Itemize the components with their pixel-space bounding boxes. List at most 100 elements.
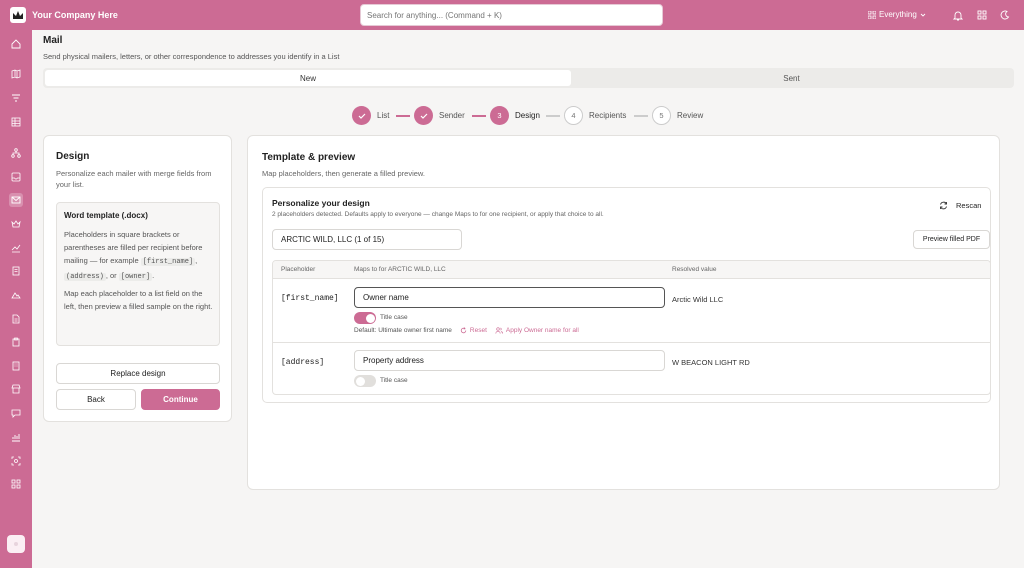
step-connector xyxy=(472,115,486,117)
maps-to-field[interactable]: Owner name xyxy=(354,287,665,308)
users-icon xyxy=(495,327,503,334)
network-icon[interactable] xyxy=(9,146,23,160)
design-description: Personalize each mailer with merge field… xyxy=(56,169,212,189)
template-preview-panel: Template & preview Map placeholders, the… xyxy=(247,135,1000,490)
step-review[interactable]: 5 Review xyxy=(652,106,703,125)
reset-icon xyxy=(460,327,467,334)
step-number: 5 xyxy=(652,106,671,125)
default-text: Default: Ultimate owner first name xyxy=(354,327,452,334)
page-title: Mail xyxy=(43,35,63,46)
personalize-section: Personalize your design 2 placeholders d… xyxy=(262,187,991,403)
clipboard-icon[interactable] xyxy=(9,335,23,349)
info-text-2: Map each placeholder to a list field on … xyxy=(64,289,213,311)
step-list[interactable]: List xyxy=(352,106,389,125)
code-first-name: [first_name] xyxy=(140,258,196,266)
template-preview-subtitle: Map placeholders, then generate a filled… xyxy=(262,169,426,178)
page-subtitle: Send physical mailers, letters, or other… xyxy=(43,52,340,61)
check-icon xyxy=(352,106,371,125)
table-icon[interactable] xyxy=(9,115,23,129)
placeholder-name: [address] xyxy=(281,358,325,367)
moon-icon[interactable] xyxy=(999,9,1011,21)
code-address: (address) xyxy=(64,273,106,281)
design-panel: Design Personalize each mailer with merg… xyxy=(43,135,232,422)
title-case-toggle[interactable] xyxy=(354,312,376,324)
reset-link[interactable]: Reset xyxy=(460,327,487,334)
grid-icon[interactable] xyxy=(9,477,23,491)
default-line: Default: Ultimate owner first name Reset… xyxy=(354,327,579,334)
chart-icon[interactable] xyxy=(9,241,23,255)
refresh-icon xyxy=(940,201,947,210)
top-bar: Your Company Here Everything xyxy=(0,0,1024,30)
rescan-label: Rescan xyxy=(956,201,982,210)
step-label: List xyxy=(377,111,390,120)
graph-icon[interactable] xyxy=(9,430,23,444)
search-input[interactable] xyxy=(360,4,663,26)
step-connector xyxy=(396,115,410,117)
rescan-button[interactable]: Rescan xyxy=(939,201,981,210)
map-icon[interactable] xyxy=(9,67,23,81)
recipient-select[interactable]: ARCTIC WILD, LLC (1 of 15) xyxy=(272,229,462,250)
resolved-value: W BEACON LIGHT RD xyxy=(672,358,750,367)
step-label: Review xyxy=(677,111,704,120)
table-header: Placeholder Maps to for ARCTIC WILD, LLC… xyxy=(273,261,990,279)
resolved-value: Arctic Wild LLC xyxy=(672,295,724,304)
step-connector xyxy=(634,115,648,117)
user-avatar[interactable] xyxy=(7,535,25,553)
personalize-subtitle: 2 placeholders detected. Defaults apply … xyxy=(272,211,604,218)
title-case-label: Title case xyxy=(380,377,408,384)
step-connector xyxy=(546,115,560,117)
code-owner: [owner] xyxy=(118,273,153,281)
template-preview-title: Template & preview xyxy=(262,152,356,163)
apply-all-link[interactable]: Apply Owner name for all xyxy=(495,327,579,334)
step-label: Recipients xyxy=(589,111,627,120)
preview-filled-pdf-button[interactable]: Preview filled PDF xyxy=(913,230,990,249)
maps-to-field[interactable]: Property address xyxy=(354,350,665,371)
building-icon[interactable] xyxy=(9,359,23,373)
sidebar xyxy=(0,30,32,568)
step-recipients[interactable]: 4 Recipients xyxy=(564,106,626,125)
template-info-box: Word template (.docx) Placeholders in sq… xyxy=(56,202,220,346)
back-button[interactable]: Back xyxy=(56,389,136,410)
apply-all-label: Apply Owner name for all xyxy=(505,327,579,334)
step-label: Sender xyxy=(439,111,465,120)
step-sender[interactable]: Sender xyxy=(414,106,465,125)
landscape-icon[interactable] xyxy=(9,288,23,302)
placeholder-name: [first_name] xyxy=(281,294,339,303)
header-resolved: Resolved value xyxy=(672,266,717,273)
store-icon[interactable] xyxy=(9,382,23,396)
continue-button[interactable]: Continue xyxy=(141,389,220,410)
template-info-text: Placeholders in square brackets or paren… xyxy=(64,228,216,313)
grid-small-icon xyxy=(868,10,876,19)
crown-icon[interactable] xyxy=(9,217,23,231)
personalize-title: Personalize your design xyxy=(272,198,370,208)
title-case-toggle[interactable] xyxy=(354,375,376,387)
mail-icon[interactable] xyxy=(9,193,23,207)
check-icon xyxy=(414,106,433,125)
chat-icon[interactable] xyxy=(9,406,23,420)
replace-design-button[interactable]: Replace design xyxy=(56,363,220,384)
tab-sent[interactable]: Sent xyxy=(571,70,1012,86)
home-icon[interactable] xyxy=(9,37,23,51)
file-icon[interactable] xyxy=(9,312,23,326)
scope-selector[interactable]: Everything xyxy=(868,10,926,19)
inbox-icon[interactable] xyxy=(9,170,23,184)
design-title: Design xyxy=(56,151,90,162)
table-row: [first_name] Owner name Title case Defau… xyxy=(273,279,990,343)
placeholder-table: Placeholder Maps to for ARCTIC WILD, LLC… xyxy=(272,260,991,395)
filter-icon[interactable] xyxy=(9,91,23,105)
document-icon[interactable] xyxy=(9,264,23,278)
step-design[interactable]: 3 Design xyxy=(490,106,540,125)
tab-new[interactable]: New xyxy=(45,70,571,86)
title-case-label: Title case xyxy=(380,314,408,321)
company-name[interactable]: Your Company Here xyxy=(32,10,118,20)
step-number: 3 xyxy=(490,106,509,125)
template-info-title: Word template (.docx) xyxy=(64,211,148,220)
bell-icon[interactable] xyxy=(952,9,964,21)
mode-tabs: New Sent xyxy=(43,68,1014,88)
company-logo[interactable] xyxy=(10,7,26,23)
apps-grid-icon[interactable] xyxy=(976,9,988,21)
reset-label: Reset xyxy=(469,327,487,334)
table-row: [address] Property address Title case W … xyxy=(273,343,990,394)
scan-icon[interactable] xyxy=(9,454,23,468)
chevron-down-icon xyxy=(920,13,926,17)
